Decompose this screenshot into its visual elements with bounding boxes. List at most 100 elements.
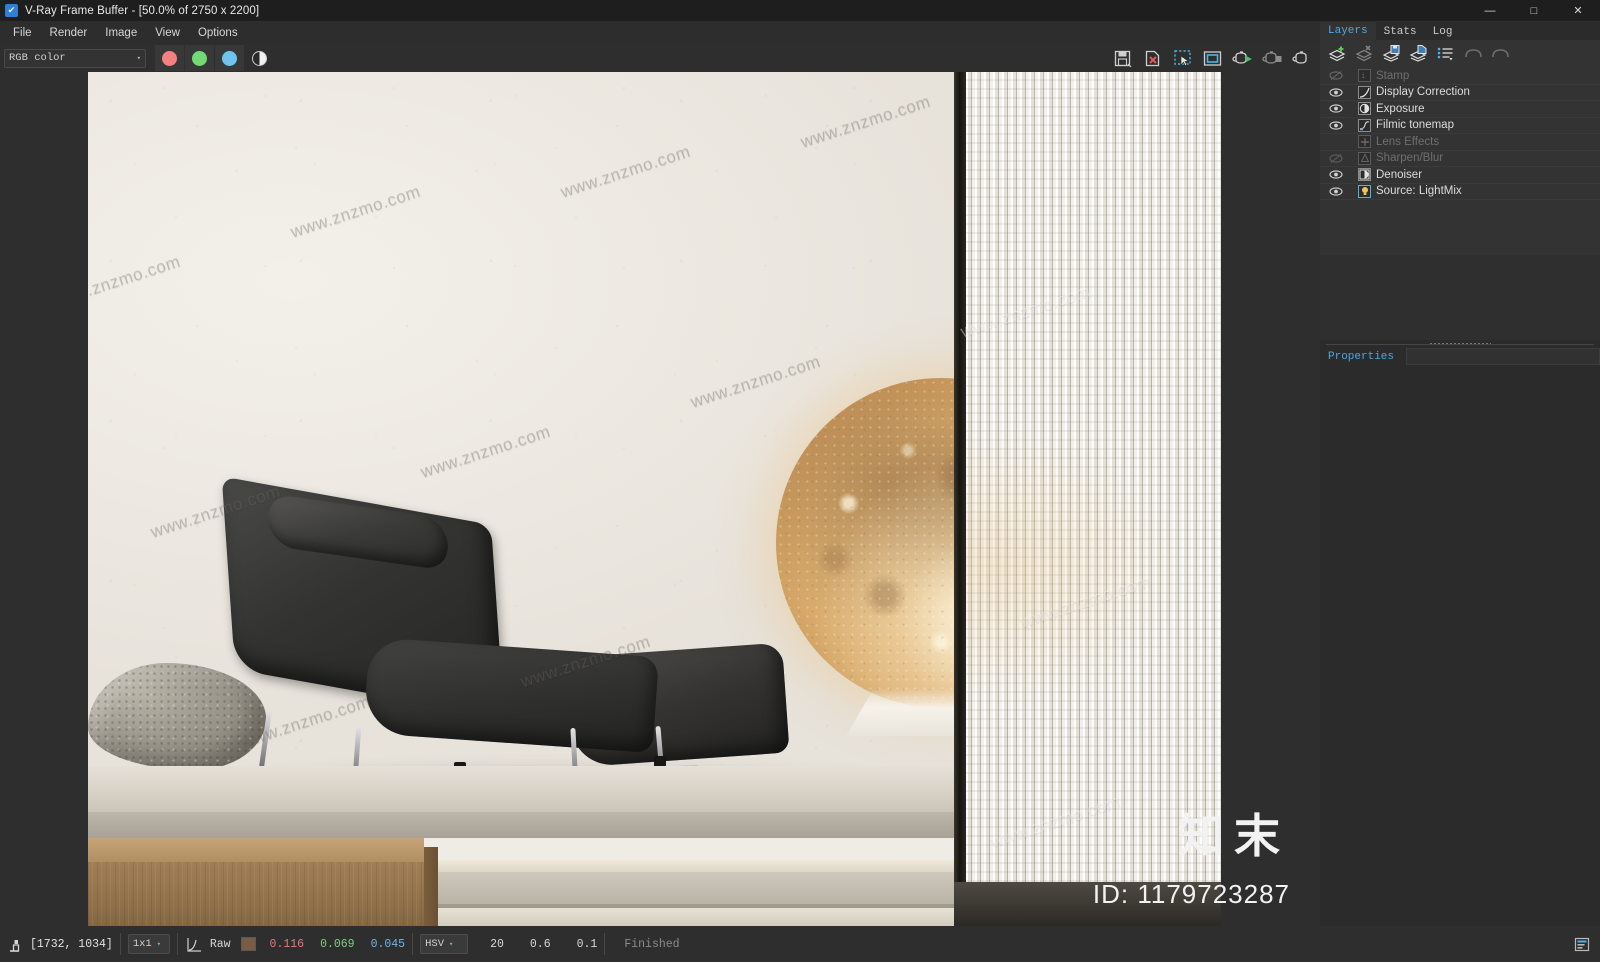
curve-icon	[1358, 85, 1371, 99]
channel-select-dropdown[interactable]: RGB color ▾	[4, 48, 146, 68]
window-title: V-Ray Frame Buffer - [50.0% of 2750 x 22…	[25, 4, 260, 17]
red-channel-button[interactable]	[155, 45, 184, 71]
layer-row-denoiser[interactable]: Denoiser	[1320, 167, 1600, 184]
minimize-button[interactable]: —	[1468, 0, 1512, 21]
green-value: 0.069	[320, 937, 355, 951]
sample-size-dropdown[interactable]: 1x1 ▾	[127, 934, 170, 954]
render-last-icon[interactable]	[1288, 45, 1316, 71]
visibility-toggle-icon[interactable]	[1326, 120, 1346, 131]
splitter-line	[1326, 343, 1594, 345]
load-layers-icon[interactable]	[1407, 42, 1431, 65]
visibility-toggle-icon[interactable]	[1326, 186, 1346, 197]
title-bar: ✔ V-Ray Frame Buffer - [50.0% of 2750 x …	[0, 0, 1600, 21]
start-render-icon[interactable]	[1228, 45, 1256, 71]
color-space-value: HSV	[425, 938, 444, 950]
maximize-button[interactable]: □	[1512, 0, 1556, 21]
red-circle-icon	[162, 50, 177, 66]
menu-view[interactable]: View	[146, 24, 189, 42]
filmic-tonemap-icon	[1358, 118, 1371, 132]
layer-list[interactable]: i Stamp Display Correction Exposure Film…	[1320, 67, 1600, 255]
divider	[604, 933, 606, 955]
stop-render-icon[interactable]	[1258, 45, 1286, 71]
add-layer-icon[interactable]	[1326, 42, 1350, 65]
visibility-toggle-icon[interactable]	[1326, 169, 1346, 180]
panel-splitter[interactable]	[1320, 340, 1600, 348]
divider	[412, 933, 414, 955]
image-viewport[interactable]: www.znzmo.com www.znzmo.com www.znzmo.co…	[0, 72, 1318, 926]
layer-row-sharpen-blur[interactable]: Sharpen/Blur	[1320, 151, 1600, 167]
color-space-dropdown[interactable]: HSV ▾	[420, 934, 469, 954]
half-circle-icon	[252, 50, 267, 66]
status-bar: [1732, 1034] 1x1 ▾ Raw 0.116 0.069 0.045…	[0, 926, 1600, 962]
layer-row-lens-effects[interactable]: Lens Effects	[1320, 134, 1600, 151]
layer-label: Source: LightMix	[1376, 185, 1462, 198]
tab-stats[interactable]: Stats	[1375, 22, 1425, 40]
svg-text:i: i	[1361, 72, 1365, 80]
clear-image-icon[interactable]	[1138, 45, 1166, 71]
tab-properties[interactable]: Properties	[1320, 348, 1403, 365]
properties-tabrow: Properties	[1320, 348, 1600, 365]
layer-row-stamp[interactable]: i Stamp	[1320, 68, 1600, 85]
layer-label: Display Correction	[1376, 86, 1470, 99]
toggle-panel-icon[interactable]	[1572, 934, 1592, 954]
divider	[176, 933, 178, 955]
brand-logo: 知末	[1178, 810, 1290, 862]
redo-icon[interactable]	[1488, 42, 1512, 65]
alpha-mono-button[interactable]	[245, 45, 274, 71]
statusbar-right	[1572, 934, 1600, 954]
layer-label: Denoiser	[1376, 168, 1423, 181]
visibility-toggle-icon[interactable]	[1326, 87, 1346, 98]
blue-circle-icon	[222, 50, 237, 66]
render-window-icon[interactable]	[1198, 45, 1226, 71]
layer-row-display-correction[interactable]: Display Correction	[1320, 85, 1600, 101]
properties-field[interactable]	[1406, 348, 1600, 365]
render-status: Finished	[624, 937, 680, 951]
color-swatch	[240, 937, 256, 951]
layer-label: Stamp	[1376, 69, 1410, 82]
chevron-down-icon: ▾	[156, 940, 161, 949]
window-controls: — □ ✕	[1468, 0, 1600, 21]
layer-row-source-lightmix[interactable]: Source: LightMix	[1320, 184, 1600, 200]
green-channel-button[interactable]	[185, 45, 214, 71]
save-layers-icon[interactable]	[1380, 42, 1404, 65]
tab-layers[interactable]: Layers	[1320, 22, 1376, 40]
tone-curve-icon[interactable]	[185, 934, 205, 954]
layer-row-filmic-tonemap[interactable]: Filmic tonemap	[1320, 118, 1600, 134]
panel-tabs: Layers Stats Log	[1320, 22, 1600, 40]
layer-presets-icon[interactable]	[1434, 42, 1458, 65]
pixel-lock-icon[interactable]	[6, 934, 26, 954]
blue-channel-button[interactable]	[215, 45, 244, 71]
tab-log[interactable]: Log	[1424, 22, 1461, 40]
status-value-2: 0.6	[529, 937, 551, 951]
layers-panel: Layers Stats Log i Stamp Display Correct…	[1320, 22, 1600, 926]
menu-image[interactable]: Image	[96, 24, 146, 42]
red-value: 0.116	[269, 937, 305, 951]
delete-layer-icon[interactable]	[1353, 42, 1377, 65]
visibility-toggle-icon[interactable]	[1326, 103, 1346, 114]
visibility-toggle-icon[interactable]	[1326, 153, 1346, 164]
save-image-icon[interactable]	[1108, 45, 1136, 71]
toolbar-right-group	[1107, 44, 1317, 72]
render-canvas[interactable]: www.znzmo.com www.znzmo.com www.znzmo.co…	[88, 72, 1221, 926]
close-button[interactable]: ✕	[1556, 0, 1600, 21]
sample-size-value: 1x1	[132, 938, 152, 950]
exposure-icon	[1358, 102, 1371, 116]
layer-label: Lens Effects	[1376, 135, 1440, 148]
fluted-glass-panel	[966, 72, 1221, 882]
visibility-toggle-icon[interactable]	[1326, 70, 1346, 81]
layers-empty-area	[1320, 255, 1600, 340]
menu-render[interactable]: Render	[41, 24, 97, 42]
menu-file[interactable]: File	[4, 24, 41, 42]
layer-row-exposure[interactable]: Exposure	[1320, 101, 1600, 118]
green-circle-icon	[192, 50, 207, 66]
denoiser-icon	[1358, 168, 1371, 182]
undo-icon[interactable]	[1461, 42, 1485, 65]
lens-effects-icon	[1358, 135, 1371, 149]
brand-id: ID: 1179723287	[1092, 879, 1290, 909]
status-value-3: 0.1	[576, 937, 598, 951]
wood-block-face	[88, 862, 424, 926]
region-render-icon[interactable]	[1168, 45, 1196, 71]
cursor-coordinates: [1732, 1034]	[30, 937, 113, 951]
wood-grain-texture	[88, 862, 424, 926]
menu-options[interactable]: Options	[189, 24, 247, 42]
